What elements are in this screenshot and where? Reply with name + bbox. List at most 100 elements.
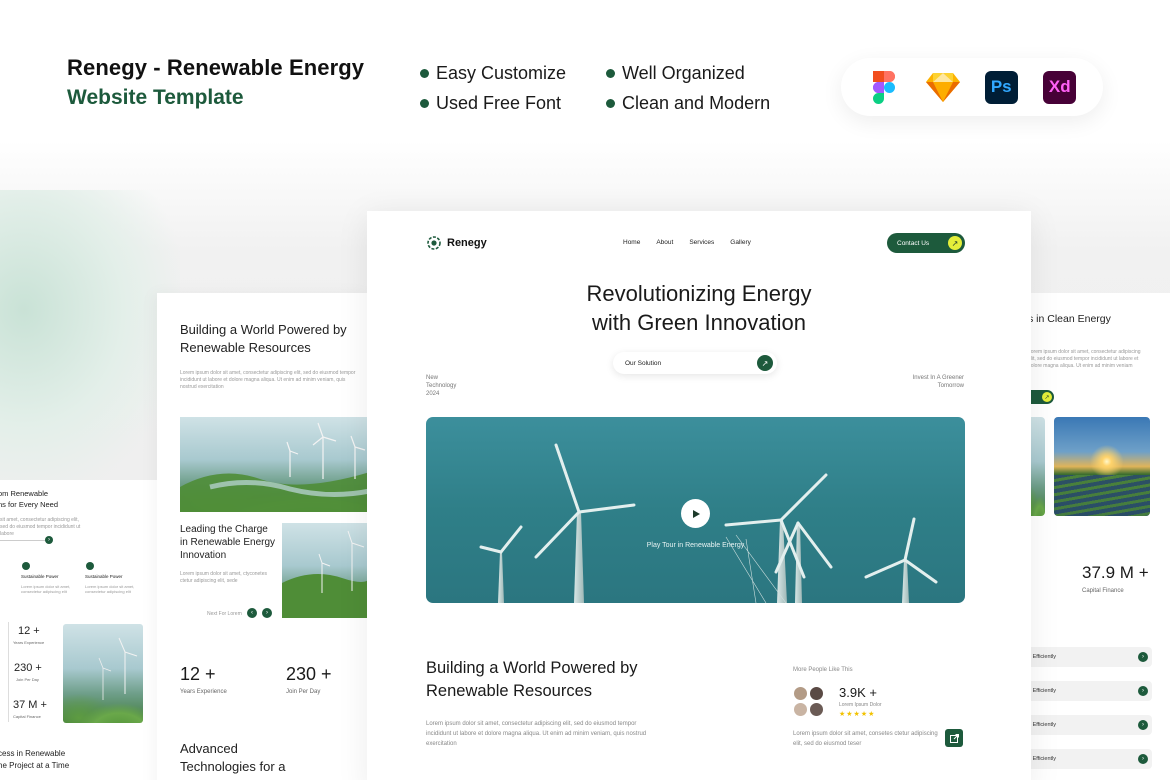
arrow-icon: › xyxy=(1138,652,1148,662)
avatar-group xyxy=(793,686,829,718)
arrow-button[interactable]: › xyxy=(45,536,53,544)
nav-item-home[interactable]: Home xyxy=(623,239,640,246)
play-icon xyxy=(692,509,700,518)
stat-label: Years Experience xyxy=(180,689,227,695)
feature-item: Easy Customize xyxy=(420,62,606,84)
product-title: Renegy - Renewable Energy xyxy=(67,55,365,80)
stat-value: 230 + xyxy=(14,662,42,674)
preview-text: sit amet, consectetur adipiscing elit, s… xyxy=(0,517,81,537)
far-left-preview-card: om Renewable ns for Every Need sit amet,… xyxy=(0,480,160,780)
stat-value: 12 + xyxy=(180,664,216,684)
hero-video-image[interactable]: Play Tour in Renewable Energy xyxy=(426,417,965,603)
stat-value: 37 M + xyxy=(13,699,47,711)
xd-icon: Xd xyxy=(1043,70,1077,104)
stat-value: 37.9 M + xyxy=(1082,563,1149,582)
preview-heading: Building a World Powered by xyxy=(180,322,347,337)
external-link-icon xyxy=(949,733,959,743)
arrow-icon: ↗ xyxy=(1042,392,1052,402)
avatar xyxy=(809,686,824,701)
background-glow xyxy=(0,190,180,490)
play-button[interactable] xyxy=(681,499,710,528)
feature-item: Well Organized xyxy=(606,62,792,84)
play-tour-label: Play Tour in Renewable Energy xyxy=(646,542,745,549)
turbine-image xyxy=(282,523,370,618)
figma-icon xyxy=(867,70,901,104)
nav-item-gallery[interactable]: Gallery xyxy=(730,239,751,246)
preview-heading: ns for Every Need xyxy=(0,500,59,509)
cta-button[interactable]: ↗ xyxy=(1028,390,1054,404)
leaf-gear-icon xyxy=(427,236,441,250)
divider xyxy=(8,622,9,722)
arrow-up-right-icon: ↗ xyxy=(757,355,773,371)
bullet-icon xyxy=(606,98,615,108)
stat-label: Capital Finance xyxy=(1082,588,1124,594)
preview-heading: Advanced xyxy=(180,741,238,756)
preview-heading: he Project at a Time xyxy=(0,761,70,770)
brand-logo[interactable]: Renegy xyxy=(427,236,487,250)
left-preview-card: Building a World Powered by Renewable Re… xyxy=(157,293,370,780)
hero-left-note: New Technology 2024 xyxy=(426,375,457,397)
right-preview-card: s in Clean Energy Lorem ipsum dolor sit … xyxy=(1028,293,1170,780)
avatar xyxy=(809,702,824,717)
preview-heading: Renewable Resources xyxy=(180,340,311,355)
arrow-icon: › xyxy=(1138,686,1148,696)
preview-text: Lorem ipsum dolor sit amet, ctyconetes c… xyxy=(180,571,267,584)
preview-heading: cess in Renewable xyxy=(0,749,66,758)
preview-heading: om Renewable xyxy=(0,489,49,498)
solar-panel-image xyxy=(1054,417,1150,516)
star-rating: ★★★★★ xyxy=(839,711,876,718)
prev-arrow-button[interactable]: ‹ xyxy=(247,608,257,618)
list-item[interactable]: d Efficiently › xyxy=(1028,647,1152,667)
tool-badges: Ps Xd xyxy=(841,58,1103,116)
contact-us-button[interactable]: Contact Us ↗ xyxy=(887,233,965,253)
bullet-icon xyxy=(606,68,615,78)
list-item[interactable]: d Efficiently › xyxy=(1028,749,1152,769)
section-heading: Building a World Powered by Renewable Re… xyxy=(426,659,638,700)
bullet-icon xyxy=(420,98,429,108)
list-item[interactable]: d Efficiently › xyxy=(1028,681,1152,701)
section-side-text: Lorem ipsum dolor sit amet, consetes cte… xyxy=(793,731,938,747)
arrow-up-right-icon: ↗ xyxy=(948,236,962,250)
hero-title: Revolutionizing Energy with Green Innova… xyxy=(586,281,812,335)
nav-item-services[interactable]: Services xyxy=(689,239,714,246)
nav-item-about[interactable]: About xyxy=(656,239,673,246)
turbine-image xyxy=(63,624,143,723)
main-nav: Home About Services Gallery xyxy=(623,239,751,246)
main-preview-card: Renegy Home About Services Gallery Conta… xyxy=(367,211,1031,780)
preview-heading: in Renewable Energy xyxy=(180,537,276,548)
supporter-count: 3.9K + xyxy=(839,685,877,700)
next-arrow-button[interactable]: › xyxy=(262,608,272,618)
landscape-image xyxy=(180,417,370,512)
preview-heading: Technologies for a xyxy=(180,759,286,774)
photoshop-icon: Ps xyxy=(984,70,1018,104)
preview-heading: s in Clean Energy xyxy=(1028,313,1111,325)
sketch-icon xyxy=(925,70,960,104)
avatar xyxy=(793,686,808,701)
external-link-button[interactable] xyxy=(945,729,963,747)
preview-heading: Innovation xyxy=(180,550,227,561)
stat-value: 230 + xyxy=(286,664,332,684)
feature-list: Easy Customize Well Organized Used Free … xyxy=(420,62,810,114)
stat-value: 12 + xyxy=(18,625,40,637)
feature-item: Clean and Modern xyxy=(606,92,792,114)
stat-label: Join Per Day xyxy=(286,689,321,695)
our-solution-button[interactable]: Our Solution ↗ xyxy=(613,352,777,374)
preview-text: Lorem ipsum dolor sit amet, consectetur … xyxy=(180,370,356,390)
leaf-icon xyxy=(22,562,30,570)
supporter-sublabel: Lorem Ipsum Dolor xyxy=(839,702,882,708)
product-subtitle: Website Template xyxy=(67,86,244,109)
preview-text: Lorem ipsum dolor sit amet, consectetur … xyxy=(1028,349,1141,369)
bullet-icon xyxy=(420,68,429,78)
preview-heading: Leading the Charge xyxy=(180,524,268,535)
list-item[interactable]: d Efficiently › xyxy=(1028,715,1152,735)
arrow-icon: › xyxy=(1138,754,1148,764)
social-proof-label: More People Like This xyxy=(793,667,853,673)
showcase-stage: Renegy - Renewable Energy Website Templa… xyxy=(0,0,1170,780)
section-text: Lorem ipsum dolor sit amet, consectetur … xyxy=(426,721,647,747)
avatar xyxy=(793,702,808,717)
brand-name: Renegy xyxy=(447,237,487,249)
feature-item: Used Free Font xyxy=(420,92,606,114)
hero-right-note: Invest In A Greener Tomorrow xyxy=(912,375,964,389)
arrow-icon: › xyxy=(1138,720,1148,730)
leaf-icon xyxy=(86,562,94,570)
